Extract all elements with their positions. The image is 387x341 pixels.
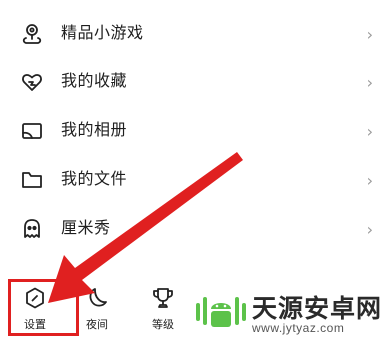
- arrow-shape: [48, 152, 243, 303]
- watermark-title: 天源安卓网: [252, 295, 383, 323]
- android-logo-icon: [196, 297, 246, 327]
- watermark: 天源安卓网 www.jytyaz.com: [194, 285, 387, 341]
- watermark-url: www.jytyaz.com: [252, 321, 345, 335]
